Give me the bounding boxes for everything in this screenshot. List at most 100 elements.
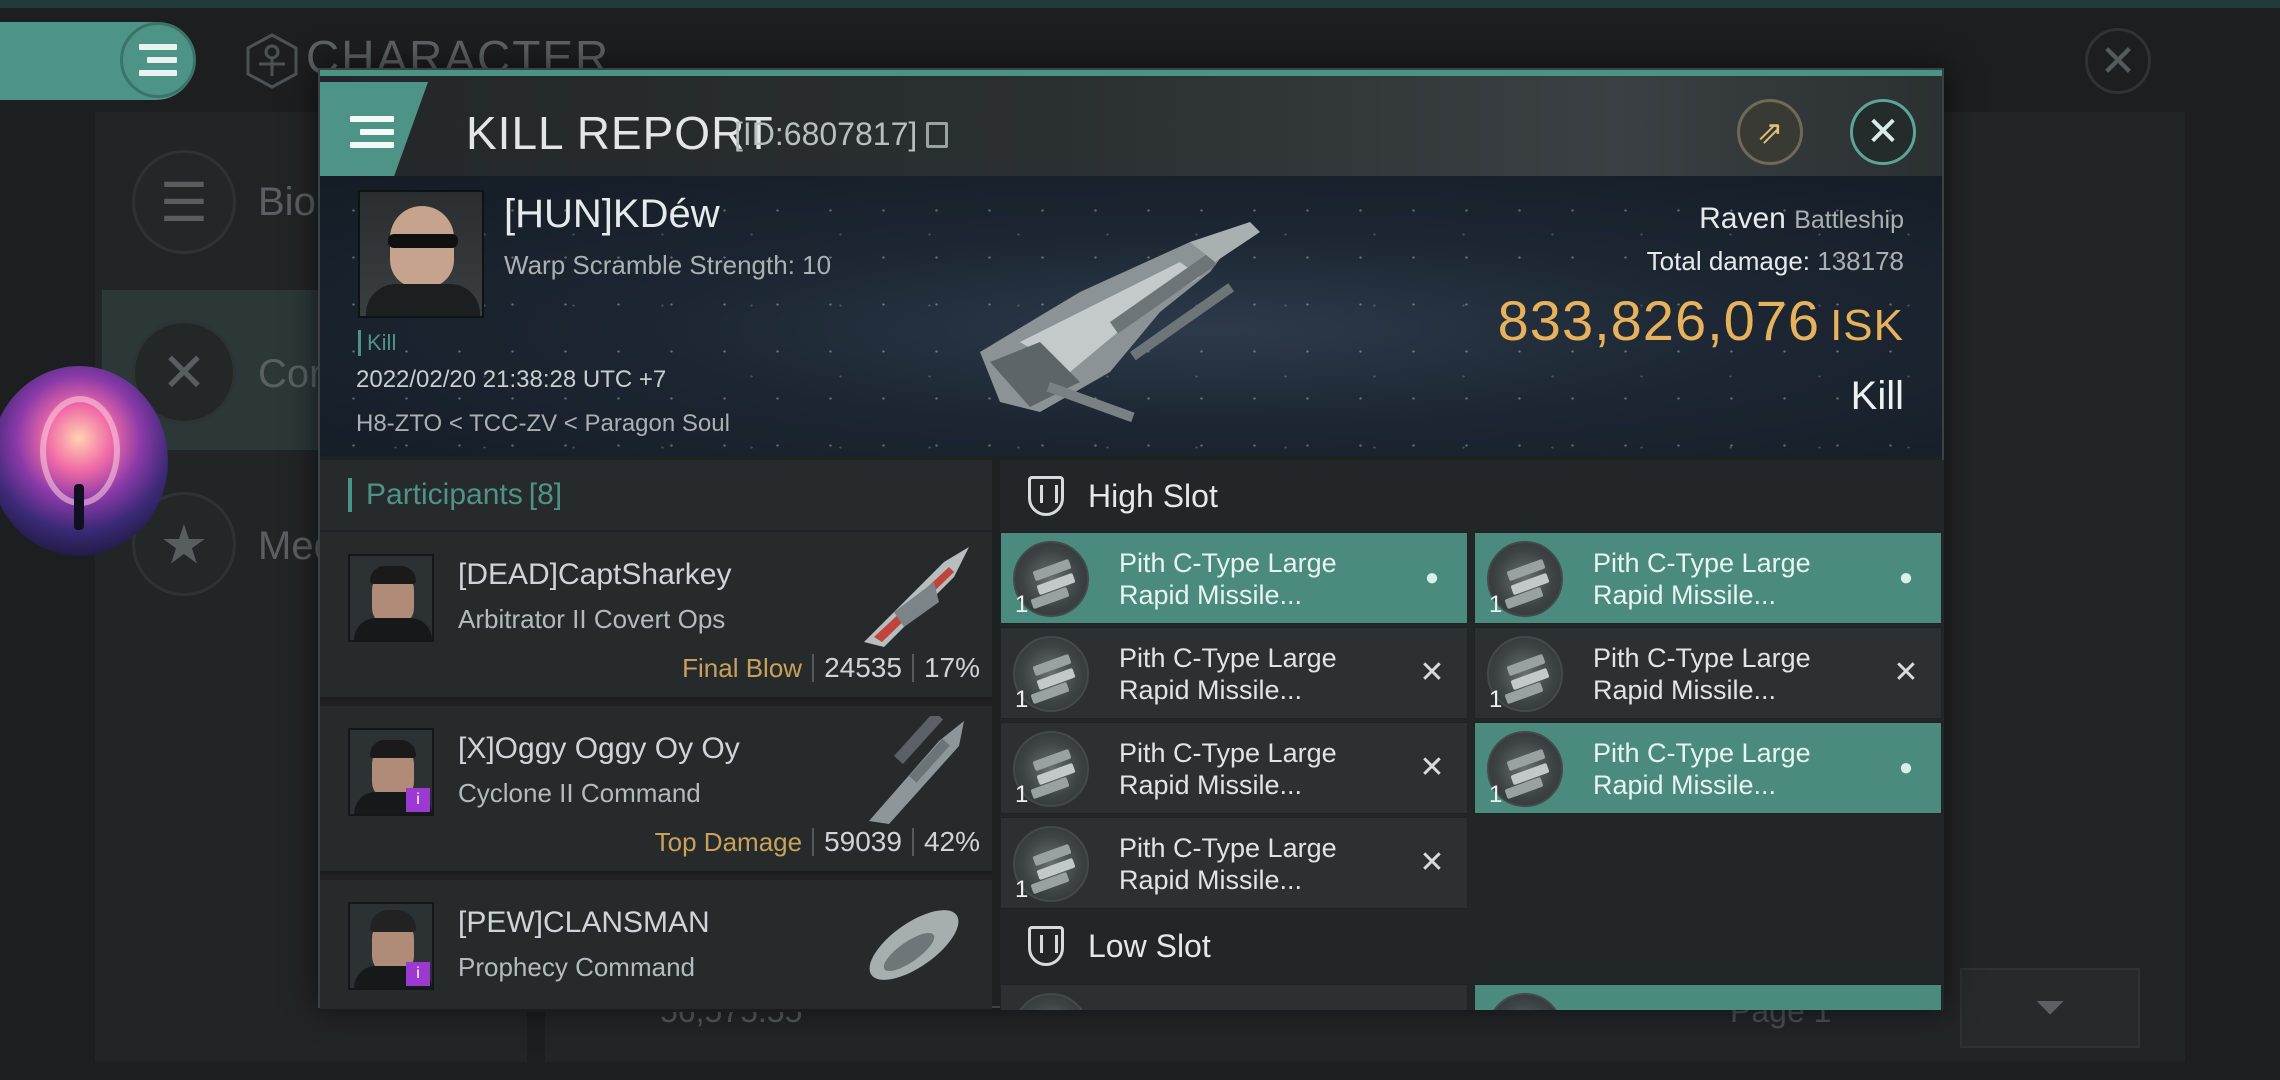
- module-slot-partial[interactable]: [1000, 984, 1468, 1010]
- side-item-combat[interactable]: Cor: [258, 352, 322, 397]
- victim-portrait[interactable]: [358, 190, 484, 318]
- module-icon: [1487, 993, 1563, 1010]
- ship-name-text: Raven: [1699, 202, 1786, 235]
- high-slot-header: High Slot: [1000, 460, 1944, 532]
- high-slot-icon: [1028, 476, 1064, 516]
- participant-ship-image: [864, 547, 969, 647]
- ship-image: [980, 222, 1260, 423]
- participants-header: Participants [8]: [320, 460, 992, 530]
- list-icon[interactable]: ☰: [132, 150, 236, 254]
- module-slot[interactable]: 1 Pith C-Type Large Rapid Missile... ✕: [1000, 722, 1468, 814]
- participant-ship: Cyclone II Command: [458, 778, 701, 808]
- isk-amount: 833,826,076: [1497, 289, 1821, 352]
- module-quantity: 1: [1015, 686, 1029, 713]
- menu-icon: [350, 116, 394, 148]
- close-icon[interactable]: ✕: [1850, 99, 1916, 165]
- total-damage-value: 138178: [1817, 246, 1904, 276]
- module-quantity: 1: [1015, 781, 1029, 808]
- participant-name: [X]Oggy Oggy Oy Oy: [458, 732, 740, 765]
- module-name: Pith C-Type Large Rapid Missile...: [1119, 738, 1337, 800]
- kill-tag: Kill: [358, 330, 396, 356]
- module-slot[interactable]: 1 Pith C-Type Large Rapid Missile... ●: [1474, 722, 1942, 814]
- participant-name: [DEAD]CaptSharkey: [458, 558, 732, 591]
- copy-icon[interactable]: [926, 122, 948, 148]
- total-damage: Total damage: 138178: [1647, 246, 1904, 277]
- victim-subtitle: Warp Scramble Strength: 10: [504, 250, 832, 280]
- share-icon[interactable]: ⇗: [1737, 99, 1803, 165]
- modal-title: KILL REPORT: [466, 107, 774, 159]
- modal-header: KILL REPORT [ID:6807817] ⇗ ✕: [320, 76, 1942, 178]
- ship-name: Raven Battleship: [1699, 202, 1904, 236]
- module-name: Pith C-Type Large Rapid Missile...: [1119, 833, 1337, 895]
- module-quantity: 1: [1015, 591, 1029, 618]
- filter-icon[interactable]: ⏷: [1960, 968, 2140, 1048]
- participant-ship: Prophecy Command: [458, 952, 695, 982]
- participant-damage: 24535: [824, 652, 902, 683]
- corp-badge-icon: i: [406, 962, 430, 986]
- isk-currency: ISK: [1830, 301, 1904, 350]
- participant-stats: Top Damage 59039 42%: [655, 826, 980, 858]
- module-name: Pith C-Type Large Rapid Missile...: [1593, 738, 1811, 800]
- participant-damage: 59039: [824, 826, 902, 857]
- participants-title: Participants: [366, 478, 523, 511]
- module-slot[interactable]: 1 Pith C-Type Large Rapid Missile... ✕: [1000, 817, 1468, 909]
- low-slot-icon: [1028, 926, 1064, 966]
- victim-name[interactable]: [HUN]KDéw: [504, 192, 720, 237]
- module-slot-partial[interactable]: [1474, 984, 1942, 1010]
- participants-panel: Participants [8] [DEAD]CaptSharkey Arbit…: [320, 460, 992, 1012]
- module-quantity: 1: [1489, 686, 1503, 713]
- x-icon: ✕: [1419, 656, 1445, 689]
- module-quantity: 1: [1489, 781, 1503, 808]
- participant-portrait[interactable]: i: [348, 902, 434, 990]
- victim-banner: [HUN]KDéw Warp Scramble Strength: 10 Kil…: [320, 176, 1942, 456]
- isk-value: 833,826,076 ISK: [1498, 288, 1904, 353]
- participant-percent: 17%: [923, 652, 980, 683]
- x-icon: ✕: [1893, 656, 1919, 689]
- module-name: Pith C-Type Large Rapid Missile...: [1119, 643, 1337, 705]
- participant-portrait[interactable]: i: [348, 728, 434, 816]
- kill-report-modal: KILL REPORT [ID:6807817] ⇗ ✕ [HUN]KDéw W…: [318, 68, 1944, 1012]
- report-id: [ID:6807817]: [734, 116, 918, 152]
- background-menu-button[interactable]: [120, 22, 196, 98]
- side-item-bio[interactable]: Bio: [258, 180, 316, 225]
- kill-datetime: 2022/02/20 21:38:28 UTC +7: [356, 366, 667, 393]
- module-slot[interactable]: 1 Pith C-Type Large Rapid Missile... ●: [1474, 532, 1942, 624]
- fitting-panel: High Slot 1 Pith C-Type Large Rapid Miss…: [1000, 460, 1944, 1010]
- module-name: Pith C-Type Large Rapid Missile...: [1593, 643, 1811, 705]
- person-icon: ●: [1898, 754, 1914, 781]
- kill-location: H8-ZTO < TCC-ZV < Paragon Soul: [356, 410, 730, 437]
- participant-row[interactable]: i [PEW]CLANSMAN Prophecy Command: [320, 880, 992, 1012]
- module-slot[interactable]: 1 Pith C-Type Large Rapid Missile... ✕: [1474, 627, 1942, 719]
- x-icon: ✕: [1419, 846, 1445, 879]
- low-slot-label: Low Slot: [1088, 927, 1211, 964]
- module-quantity: 1: [1489, 591, 1503, 618]
- person-icon: ●: [1424, 564, 1440, 591]
- module-quantity: 1: [1015, 876, 1029, 903]
- module-slot[interactable]: 1 Pith C-Type Large Rapid Missile... ✕: [1000, 627, 1468, 719]
- top-damage-tag: Top Damage: [654, 826, 803, 857]
- modal-menu-button[interactable]: [320, 82, 428, 178]
- module-slot[interactable]: 1 Pith C-Type Large Rapid Missile... ●: [1000, 532, 1468, 624]
- module-icon: [1013, 993, 1089, 1010]
- x-icon: ✕: [1419, 751, 1445, 784]
- ship-class: Battleship: [1794, 206, 1904, 234]
- participant-row[interactable]: i [X]Oggy Oggy Oy Oy Cyclone II Command …: [320, 706, 992, 874]
- module-name: Pith C-Type Large Rapid Missile...: [1593, 548, 1811, 610]
- module-name: Pith C-Type Large Rapid Missile...: [1119, 548, 1337, 610]
- participant-name: [PEW]CLANSMAN: [458, 906, 710, 939]
- participant-stats: Final Blow 24535 17%: [682, 652, 980, 684]
- background-close-icon[interactable]: ✕: [2085, 28, 2151, 94]
- corp-badge-icon: i: [406, 788, 430, 812]
- total-damage-label: Total damage:: [1646, 246, 1810, 276]
- low-slot-header: Low Slot: [1000, 910, 1944, 982]
- character-icon: [246, 33, 298, 89]
- high-slot-label: High Slot: [1088, 477, 1218, 514]
- participant-row[interactable]: [DEAD]CaptSharkey Arbitrator II Covert O…: [320, 532, 992, 700]
- participant-portrait[interactable]: [348, 554, 434, 642]
- participant-ship: Arbitrator II Covert Ops: [458, 604, 726, 634]
- person-icon: ●: [1898, 564, 1914, 591]
- top-strip: [0, 0, 2280, 8]
- menu-icon: [139, 44, 177, 76]
- result-label: Kill: [1850, 374, 1904, 418]
- participant-percent: 42%: [923, 826, 980, 857]
